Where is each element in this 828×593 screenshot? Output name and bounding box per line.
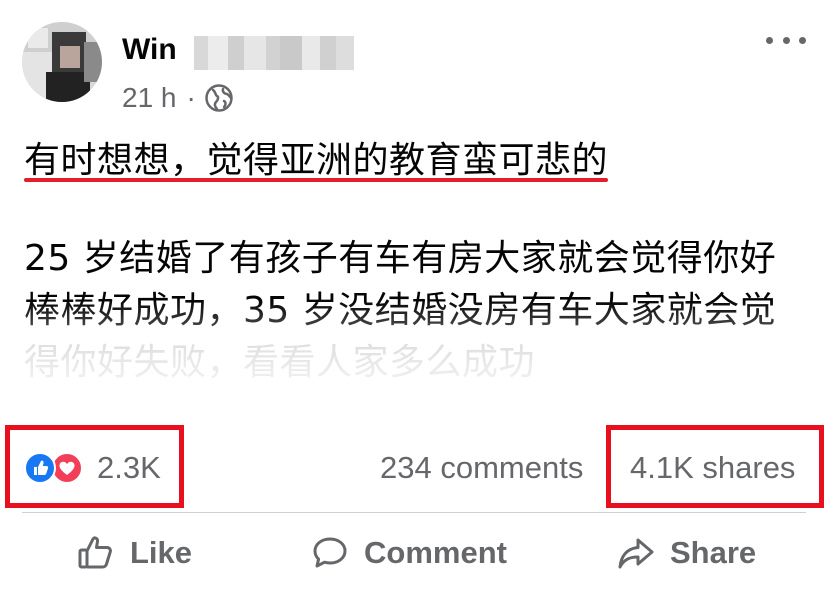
post-meta: 21 h · [122, 80, 234, 116]
author-avatar[interactable] [22, 22, 102, 102]
share-button[interactable]: Share [616, 520, 756, 586]
comment-button[interactable]: Comment [310, 520, 507, 586]
post-action-bar: Like Comment Share [0, 520, 828, 586]
meta-separator: · [186, 82, 196, 113]
globe-icon [204, 83, 234, 113]
like-label: Like [130, 535, 193, 570]
post-body-line-faded[interactable]: 得你好失败，看看人家多么成功 [24, 337, 814, 389]
comments-count[interactable]: 234 comments [380, 449, 583, 487]
comment-label: Comment [364, 535, 507, 570]
like-reaction-icon [24, 452, 56, 484]
headline-underline-annotation [24, 178, 608, 182]
like-button[interactable]: Like [76, 520, 192, 586]
post-body-line: 25 岁结婚了有孩子有车有房大家就会觉得你好 [24, 238, 777, 279]
shares-highlight-annotation [606, 425, 824, 508]
post-body: 25 岁结婚了有孩子有车有房大家就会觉得你好 棒棒好成功，35 岁没结婚没房有车… [24, 233, 814, 389]
reaction-icons[interactable] [24, 452, 90, 484]
share-label: Share [670, 535, 757, 570]
post-body-line: 棒棒好成功，35 岁没结婚没房有车大家就会觉 [24, 290, 777, 331]
author-name-pixelated [194, 36, 354, 70]
post-timestamp[interactable]: 21 h [122, 82, 177, 114]
speech-bubble-icon [310, 533, 350, 573]
more-options-icon[interactable] [766, 26, 806, 54]
author-name[interactable]: Win [122, 30, 177, 70]
divider [22, 512, 806, 513]
share-arrow-icon [616, 533, 656, 573]
thumbs-up-icon [76, 533, 116, 573]
